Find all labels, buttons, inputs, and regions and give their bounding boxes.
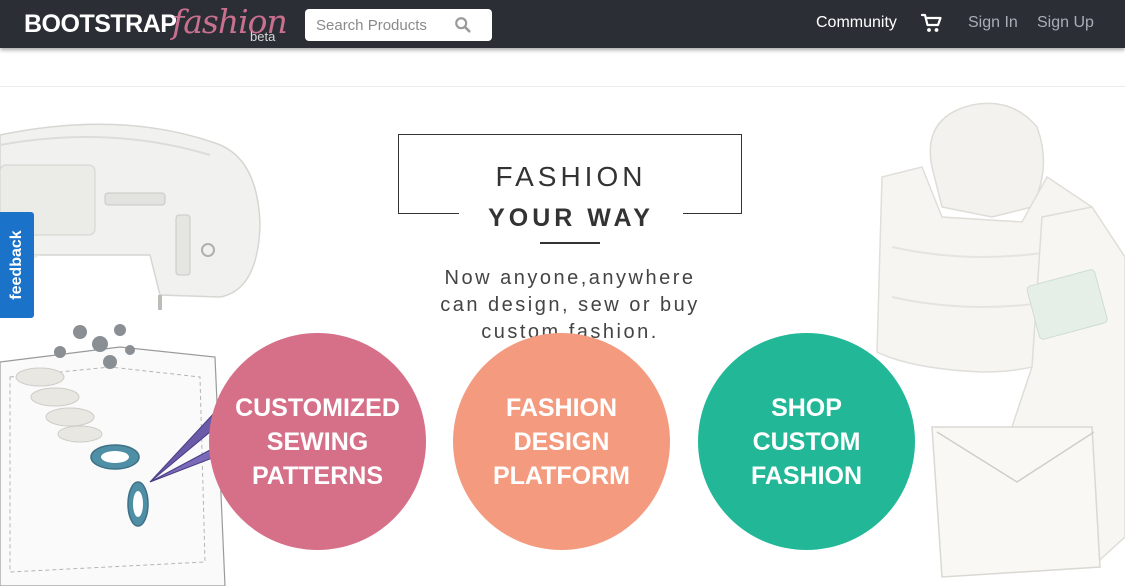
feedback-tab[interactable]: feedback	[0, 212, 34, 318]
search-icon[interactable]	[454, 16, 472, 34]
circle-label-line: SEWING	[266, 427, 369, 456]
white-clothes-image	[876, 102, 1125, 578]
circle-label-line: PLATFORM	[492, 461, 630, 490]
search-input[interactable]	[305, 9, 455, 41]
sewing-machine-image	[0, 123, 261, 310]
feedback-label: feedback	[8, 230, 25, 300]
brand-logo[interactable]: BOOTSTRAP fashion beta	[24, 2, 288, 44]
sign-in-link[interactable]: Sign In	[968, 14, 1018, 32]
hero-banner: FASHION YOUR WAY Now anyone,anywhere can…	[0, 87, 1125, 586]
sewing-patterns-image	[0, 322, 230, 586]
subtitle-line: Now anyone,anywhere	[444, 267, 696, 289]
subtitle-line: can design, sew or buy	[440, 294, 700, 316]
shop-custom-fashion-button[interactable]: SHOP CUSTOM FASHION	[698, 333, 915, 550]
circle-label-line: DESIGN	[513, 427, 610, 456]
hero-title-frame: FASHION YOUR WAY	[398, 134, 742, 233]
logo-beta-label: beta	[250, 29, 276, 44]
hero-title-your-way: YOUR WAY	[488, 204, 654, 232]
fashion-design-platform-button[interactable]: FASHION DESIGN PLATFORM	[453, 333, 670, 550]
circle-label-line: PATTERNS	[251, 461, 384, 490]
circle-label-line: FASHION	[750, 461, 863, 490]
title-underline	[540, 242, 600, 244]
circle-label-line: CUSTOM	[752, 427, 861, 456]
sign-up-link[interactable]: Sign Up	[1037, 14, 1094, 32]
cart-icon[interactable]	[920, 11, 944, 35]
circle-label-line: SHOP	[771, 393, 842, 422]
circle-label-line: FASHION	[505, 393, 618, 422]
hero-title-fashion: FASHION	[495, 161, 647, 192]
navbar: BOOTSTRAP fashion beta Community Sign In…	[0, 0, 1125, 48]
search-box	[305, 9, 492, 41]
hero-title-your-way-wrap: YOUR WAY	[459, 203, 683, 233]
circle-label-line: CUSTOMIZED	[235, 393, 400, 422]
nav-community-link[interactable]: Community	[816, 14, 897, 32]
customized-sewing-patterns-button[interactable]: CUSTOMIZED SEWING PATTERNS	[209, 333, 426, 550]
logo-main-text: BOOTSTRAP	[24, 10, 177, 38]
